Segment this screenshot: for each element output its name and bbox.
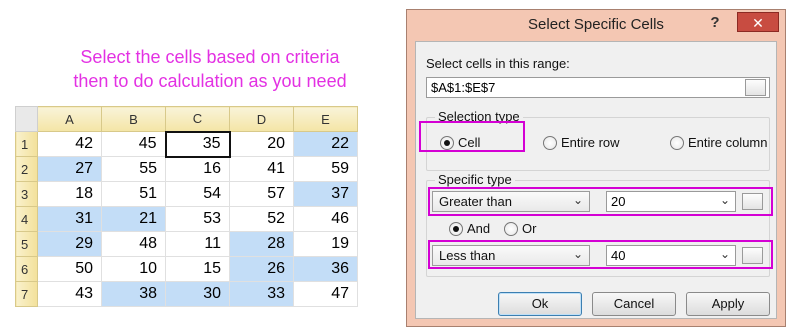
ok-button[interactable]: Ok <box>498 292 582 316</box>
cell-c6[interactable]: 15 <box>165 256 230 282</box>
cell-c4[interactable]: 53 <box>165 206 230 232</box>
radio-or-label: Or <box>522 221 537 236</box>
table-row: 6 50 10 15 26 36 <box>15 256 358 282</box>
radio-entire-row[interactable] <box>543 136 557 150</box>
cell-b5[interactable]: 48 <box>101 231 166 257</box>
table-row: 3 18 51 54 57 37 <box>15 181 358 207</box>
cell-d7[interactable]: 33 <box>229 281 294 307</box>
range-value: $A$1:$E$7 <box>431 80 496 95</box>
column-header-d[interactable]: D <box>229 106 294 132</box>
cell-a2[interactable]: 27 <box>37 156 102 182</box>
row-header[interactable]: 1 <box>15 131 38 157</box>
specific-type-title: Specific type <box>435 172 515 187</box>
cell-c5[interactable]: 11 <box>165 231 230 257</box>
column-header-b[interactable]: B <box>101 106 166 132</box>
cell-c3[interactable]: 54 <box>165 181 230 207</box>
cell-b1[interactable]: 45 <box>101 131 166 157</box>
row-header[interactable]: 2 <box>15 156 38 182</box>
help-button[interactable]: ? <box>705 14 725 34</box>
cell-a5[interactable]: 29 <box>37 231 102 257</box>
cell-d5[interactable]: 28 <box>229 231 294 257</box>
row-header[interactable]: 6 <box>15 256 38 282</box>
table-row: 5 29 48 11 28 19 <box>15 231 358 257</box>
cell-e3[interactable]: 37 <box>293 181 358 207</box>
cell-d4[interactable]: 52 <box>229 206 294 232</box>
cell-d1[interactable]: 20 <box>229 131 294 157</box>
select-all-corner[interactable] <box>15 106 38 132</box>
cell-e6[interactable]: 36 <box>293 256 358 282</box>
range-label: Select cells in this range: <box>426 56 570 71</box>
row-header[interactable]: 3 <box>15 181 38 207</box>
cell-d2[interactable]: 41 <box>229 156 294 182</box>
cancel-button[interactable]: Cancel <box>592 292 676 316</box>
cell-a4[interactable]: 31 <box>37 206 102 232</box>
close-button[interactable]: ✕ <box>737 12 779 32</box>
condition1-highlight <box>428 187 773 216</box>
radio-and[interactable] <box>449 222 463 236</box>
table-row: 2 27 55 16 41 59 <box>15 156 358 182</box>
cell-e1[interactable]: 22 <box>293 131 358 157</box>
row-header[interactable]: 5 <box>15 231 38 257</box>
radio-entire-row-label: Entire row <box>561 135 620 150</box>
column-header-e[interactable]: E <box>293 106 358 132</box>
cell-e4[interactable]: 46 <box>293 206 358 232</box>
condition2-highlight <box>428 240 773 269</box>
radio-or[interactable] <box>504 222 518 236</box>
apply-button[interactable]: Apply <box>686 292 770 316</box>
cell-b7[interactable]: 38 <box>101 281 166 307</box>
caption-line-2: then to do calculation as you need <box>73 71 347 91</box>
dialog-body: Select cells in this range: $A$1:$E$7 Se… <box>415 41 777 319</box>
range-input[interactable]: $A$1:$E$7 <box>426 77 770 98</box>
cell-b2[interactable]: 55 <box>101 156 166 182</box>
cell-e5[interactable]: 19 <box>293 231 358 257</box>
cell-c2[interactable]: 16 <box>165 156 230 182</box>
row-header[interactable]: 7 <box>15 281 38 307</box>
cell-e7[interactable]: 47 <box>293 281 358 307</box>
cell-d3[interactable]: 57 <box>229 181 294 207</box>
cell-a3[interactable]: 18 <box>37 181 102 207</box>
spreadsheet-grid: A B C D E 1 42 45 35 20 22 2 27 55 16 41 59 3 18 51 54 5… <box>15 106 358 307</box>
cell-c7[interactable]: 30 <box>165 281 230 307</box>
select-specific-cells-dialog: Select Specific Cells ? ✕ Select cells i… <box>406 9 786 327</box>
cell-a1[interactable]: 42 <box>37 131 102 157</box>
cell-b3[interactable]: 51 <box>101 181 166 207</box>
radio-entire-column[interactable] <box>670 136 684 150</box>
cell-d6[interactable]: 26 <box>229 256 294 282</box>
dialog-title-bar[interactable]: Select Specific Cells ? ✕ <box>407 10 785 38</box>
radio-entire-column-label: Entire column <box>688 135 768 150</box>
table-row: 7 43 38 30 33 47 <box>15 281 358 307</box>
radio-and-label: And <box>467 221 491 236</box>
table-row: 1 42 45 35 20 22 <box>15 130 358 158</box>
column-header-a[interactable]: A <box>37 106 102 132</box>
row-header[interactable]: 4 <box>15 206 38 232</box>
cell-b4[interactable]: 21 <box>101 206 166 232</box>
caption-line-1: Select the cells based on criteria <box>80 47 340 67</box>
cell-e2[interactable]: 59 <box>293 156 358 182</box>
table-row: 4 31 21 53 52 46 <box>15 206 358 232</box>
range-picker-icon[interactable] <box>745 79 766 96</box>
column-header-c[interactable]: C <box>165 106 230 132</box>
cell-option-highlight <box>419 121 525 152</box>
dialog-title: Select Specific Cells <box>528 16 664 33</box>
cell-a7[interactable]: 43 <box>37 281 102 307</box>
cell-a6[interactable]: 50 <box>37 256 102 282</box>
cell-b6[interactable]: 10 <box>101 256 166 282</box>
cell-c1[interactable]: 35 <box>164 130 231 158</box>
